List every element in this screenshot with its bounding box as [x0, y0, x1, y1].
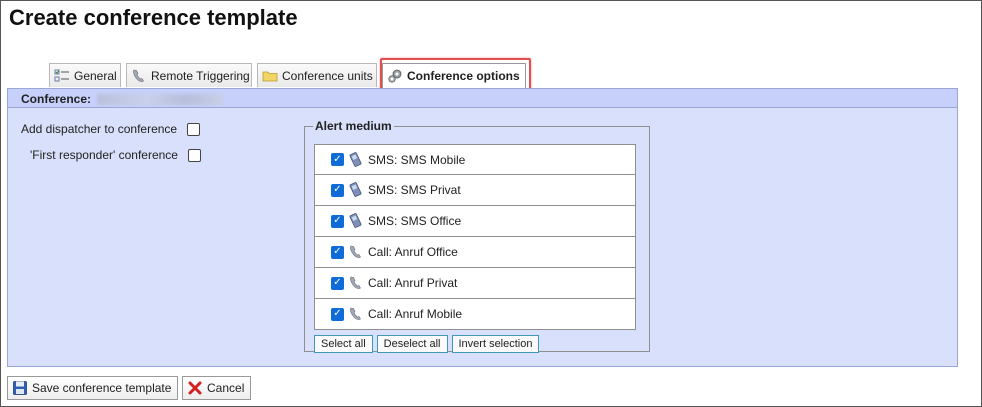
first-responder-checkbox[interactable]	[187, 148, 201, 162]
deselect-all-button[interactable]: Deselect all	[376, 335, 448, 353]
tab-conference-options[interactable]: Conference options	[382, 63, 526, 88]
medium-checkbox[interactable]: ✓	[331, 214, 344, 228]
save-conference-template-button[interactable]: Save conference template	[7, 376, 179, 400]
list-item[interactable]: ✓ Call: Anruf Mobile	[314, 299, 636, 330]
medium-label: Call: Anruf Privat	[368, 276, 458, 290]
list-item[interactable]: ✓ Call: Anruf Privat	[314, 268, 636, 299]
add-dispatcher-option: Add dispatcher to conference	[21, 122, 201, 136]
gears-icon	[387, 68, 403, 84]
folder-icon	[262, 68, 278, 84]
alert-medium-list: ✓ SMS: SMS Mobile ✓ SMS: SMS Privat ✓ SM…	[314, 144, 636, 330]
mobile-phone-icon	[348, 213, 364, 229]
add-dispatcher-checkbox[interactable]	[187, 122, 201, 136]
cancel-label: Cancel	[207, 381, 245, 395]
mobile-phone-icon	[348, 182, 364, 198]
medium-label: Call: Anruf Office	[368, 245, 458, 259]
window-frame: Create conference template General Remot…	[0, 0, 982, 407]
conference-label: Conference:	[21, 92, 92, 106]
tab-label: Conference options	[407, 69, 520, 83]
phone-handset-icon	[348, 244, 364, 260]
medium-checkbox[interactable]: ✓	[331, 183, 344, 197]
medium-checkbox[interactable]: ✓	[331, 153, 344, 166]
phone-handset-icon	[348, 306, 364, 322]
select-all-button[interactable]: Select all	[314, 335, 373, 353]
tab-label: Remote Triggering	[151, 68, 250, 83]
alert-medium-legend: Alert medium	[315, 119, 392, 133]
medium-label: SMS: SMS Mobile	[368, 152, 466, 167]
medium-label: SMS: SMS Office	[368, 214, 462, 228]
selection-buttons: Select all Deselect all Invert selection	[314, 335, 540, 353]
close-icon	[187, 380, 203, 396]
phone-handset-icon	[348, 275, 364, 291]
phone-icon	[131, 68, 147, 84]
tab-label: Conference units	[282, 68, 373, 83]
tab-conference-units[interactable]: Conference units	[257, 63, 377, 87]
tab-general[interactable]: General	[49, 63, 121, 87]
panel-header: Conference:	[8, 89, 957, 108]
checklist-icon	[54, 68, 70, 84]
tab-label: General	[74, 68, 117, 83]
tab-remote-triggering[interactable]: Remote Triggering	[126, 63, 252, 87]
alert-medium-group: Alert medium ✓ SMS: SMS Mobile ✓ SMS: SM…	[304, 119, 650, 353]
save-label: Save conference template	[32, 381, 172, 395]
first-responder-label: 'First responder' conference	[30, 148, 178, 162]
conference-name-redacted	[97, 93, 224, 105]
medium-checkbox[interactable]: ✓	[331, 307, 344, 321]
medium-checkbox[interactable]: ✓	[331, 276, 344, 290]
list-item[interactable]: ✓ SMS: SMS Office	[314, 206, 636, 237]
invert-selection-button[interactable]: Invert selection	[451, 335, 540, 353]
list-item[interactable]: ✓ SMS: SMS Privat	[314, 175, 636, 206]
mobile-phone-icon	[348, 151, 364, 168]
cancel-button[interactable]: Cancel	[182, 376, 252, 400]
floppy-disk-icon	[12, 380, 28, 396]
list-item[interactable]: ✓ SMS: SMS Mobile	[314, 144, 636, 175]
conference-options-panel: Conference: Add dispatcher to conference…	[7, 88, 958, 367]
medium-label: SMS: SMS Privat	[368, 183, 461, 197]
add-dispatcher-label: Add dispatcher to conference	[21, 122, 178, 136]
medium-checkbox[interactable]: ✓	[331, 245, 344, 259]
medium-label: Call: Anruf Mobile	[368, 307, 463, 321]
list-item[interactable]: ✓ Call: Anruf Office	[314, 237, 636, 268]
first-responder-option: 'First responder' conference	[30, 148, 201, 162]
page-title: Create conference template	[9, 5, 298, 30]
